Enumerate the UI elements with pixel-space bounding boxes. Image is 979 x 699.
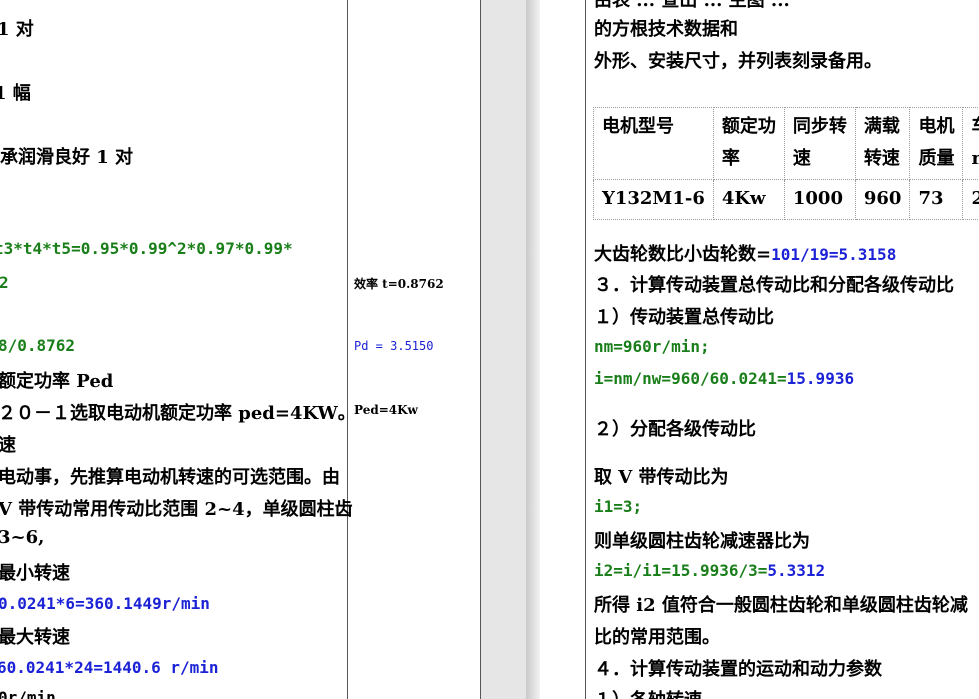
text-line: 1 幅 <box>0 83 31 104</box>
page-margin-line <box>585 0 586 699</box>
section-title: ３．计算传动装置总传动比和分配各级传动比 <box>594 275 954 296</box>
page-shadow <box>526 0 540 699</box>
text-line: 承润滑良好 1 对 <box>0 147 134 168</box>
page-gutter <box>481 0 526 699</box>
column-divider <box>347 0 348 699</box>
table-header-cell: 车n <box>962 107 979 180</box>
table-cell: Y132M1-6 <box>593 179 714 220</box>
table-cell: 4Kw <box>712 179 785 220</box>
table-row: Y132M1-6 4Kw 1000 960 73 2 <box>593 179 979 220</box>
motor-spec-table: 电机型号 额定功率 同步转速 满载转速 电机质量 车n Y132M1-6 4Kw… <box>593 107 979 220</box>
formula-line: i2=i/i1=15.9936/3=5.3312 <box>594 561 826 580</box>
formula-line: 0.0241*6=360.1449r/min <box>0 594 210 613</box>
right-document-page: 由表 ... 查出 ... 主图 ... 的方根技术数据和 外形、安装尺寸，并列… <box>540 0 979 699</box>
gear-ratio-label: 大齿轮数比小齿轮数= <box>594 244 772 265</box>
efficiency-note: 效率 t=0.8762 <box>354 277 444 291</box>
table-header-cell: 电机 质量 <box>909 107 964 180</box>
table-header-row: 电机型号 额定功率 同步转速 满载转速 电机质量 车n <box>593 107 979 180</box>
text-line: 则单级圆柱齿轮减速器比为 <box>594 531 810 552</box>
subsection-title: ２）分配各级传动比 <box>594 419 756 440</box>
text-line: V 带传动常用传动比范围 2~4，单级圆柱齿 <box>0 499 353 520</box>
subsection-title: １）传动装置总传动比 <box>594 307 774 328</box>
ped-note: Ped=4Kw <box>354 403 418 417</box>
section-title: ４．计算传动装置的运动和动力参数 <box>594 659 882 680</box>
text-line: 最小转速 <box>0 563 70 584</box>
formula-line: i=nm/nw=960/60.0241=15.9936 <box>594 369 855 388</box>
formula-line: 2 <box>0 273 9 292</box>
gear-ratio-value: 101/19=5.3158 <box>771 245 897 264</box>
formula-line: 60.0241*24=1440.6 r/min <box>0 658 219 677</box>
text-line: 取 V 带传动比为 <box>594 467 729 488</box>
text-line: ２０－１选取电动机额定功率 ped=4KW。 <box>0 403 356 424</box>
formula-line: nm=960r/min; <box>594 337 710 356</box>
table-header-cell: 同步转速 <box>783 107 856 180</box>
table-cell: 960 <box>854 179 911 220</box>
left-document-page: 1 对 1 幅 承润滑良好 1 对 t3*t4*t5=0.95*0.99^2*0… <box>0 0 481 699</box>
table-header-cell: 满载 转速 <box>854 107 911 180</box>
text-line: 最大转速 <box>0 627 70 648</box>
pd-note: Pd = 3.5150 <box>354 339 434 353</box>
table-cell: 1000 <box>783 179 856 220</box>
text-line: 的方根技术数据和 <box>594 19 738 40</box>
formula-line: i1=3; <box>594 497 643 516</box>
formula-line: 8/0.8762 <box>0 336 76 355</box>
table-header-cell: 电机型号 <box>593 107 714 180</box>
gear-ratio-line: 大齿轮数比小齿轮数=101/19=5.3158 <box>594 240 896 266</box>
formula-line: 0r/min <box>0 688 56 699</box>
table-cell: 73 <box>909 179 964 220</box>
table-header-cell: 额定功率 <box>712 107 785 180</box>
text-line: 3~6, <box>0 527 45 548</box>
text-line: 外形、安装尺寸，并列表刻录备用。 <box>594 51 882 72</box>
text-line: 电动事，先推算电动机转速的可选范围。由 <box>0 467 340 488</box>
text-line: 所得 i2 值符合一般圆柱齿轮和单级圆柱齿轮减 <box>594 595 968 616</box>
partial-text-line: 由表 ... 查出 ... 主图 ... <box>594 0 790 11</box>
text-line: 速 <box>0 435 16 456</box>
subsection-title: １）各轴转速 <box>594 686 702 699</box>
formula-line: t3*t4*t5=0.95*0.99^2*0.97*0.99* <box>0 239 293 258</box>
text-line: 额定功率 Ped <box>0 371 114 392</box>
table-cell: 2 <box>962 179 979 220</box>
text-line: 比的常用范围。 <box>594 627 720 648</box>
text-line: 1 对 <box>0 19 34 40</box>
